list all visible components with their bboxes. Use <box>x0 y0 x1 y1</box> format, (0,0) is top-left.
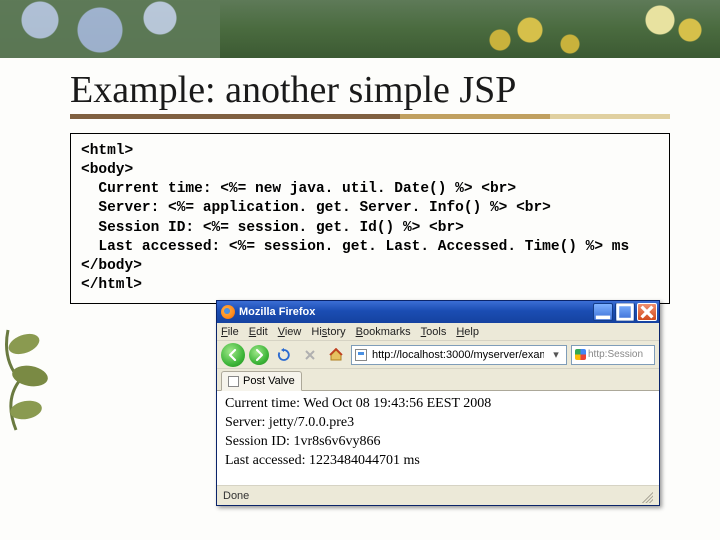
resize-grip-icon[interactable] <box>639 489 653 503</box>
rendered-line: Current time: Wed Oct 08 19:43:56 EEST 2… <box>225 395 651 414</box>
address-input[interactable] <box>370 348 546 362</box>
code-line: </body> <box>81 258 142 274</box>
address-dropdown-icon[interactable]: ▾ <box>549 348 563 361</box>
browser-viewport: Current time: Wed Oct 08 19:43:56 EEST 2… <box>217 391 659 485</box>
tab-label: Post Valve <box>243 375 295 387</box>
code-line: Server: <%= application. get. Server. In… <box>81 200 551 216</box>
menu-tools[interactable]: Tools <box>421 326 447 338</box>
menu-file[interactable]: File <box>221 326 239 338</box>
code-line: Current time: <%= new java. util. Date()… <box>81 181 516 197</box>
title-underline <box>70 114 670 119</box>
rendered-line: Session ID: 1vr8s6v6vy866 <box>225 433 651 452</box>
browser-titlebar[interactable]: Mozilla Firefox <box>217 301 659 323</box>
window-title: Mozilla Firefox <box>239 306 593 318</box>
stop-button[interactable] <box>299 344 321 366</box>
minimize-button[interactable] <box>593 303 613 321</box>
home-button[interactable] <box>325 344 347 366</box>
code-line: Session ID: <%= session. get. Id() %> <b… <box>81 220 464 236</box>
menu-bookmarks[interactable]: Bookmarks <box>356 326 411 338</box>
search-placeholder: http:Session <box>588 349 643 360</box>
menu-view[interactable]: View <box>278 326 302 338</box>
code-line: <body> <box>81 162 133 178</box>
browser-toolbar: ▾ http:Session <box>217 341 659 369</box>
status-text: Done <box>223 490 249 502</box>
maximize-button[interactable] <box>615 303 635 321</box>
reload-button[interactable] <box>273 344 295 366</box>
back-button[interactable] <box>221 343 245 367</box>
page-favicon-icon <box>355 349 367 361</box>
menu-history[interactable]: History <box>311 326 345 338</box>
code-line: </html> <box>81 277 142 293</box>
address-bar[interactable]: ▾ <box>351 345 567 365</box>
decorative-banner <box>0 0 720 58</box>
search-box[interactable]: http:Session <box>571 345 655 365</box>
slide-title: Example: another simple JSP <box>70 68 670 112</box>
browser-statusbar: Done <box>217 485 659 505</box>
browser-tabbar: Post Valve <box>217 369 659 391</box>
tab-favicon-icon <box>228 376 239 387</box>
firefox-icon <box>221 305 235 319</box>
code-line: <html> <box>81 143 133 159</box>
menu-edit[interactable]: Edit <box>249 326 268 338</box>
browser-tab[interactable]: Post Valve <box>221 371 302 391</box>
browser-window: Mozilla Firefox File Edit View History B… <box>216 300 660 506</box>
forward-button[interactable] <box>249 345 269 365</box>
menu-help[interactable]: Help <box>456 326 479 338</box>
rendered-line: Server: jetty/7.0.0.pre3 <box>225 414 651 433</box>
browser-menubar: File Edit View History Bookmarks Tools H… <box>217 323 659 341</box>
code-block: <html> <body> Current time: <%= new java… <box>70 133 670 304</box>
rendered-line: Last accessed: 1223484044701 ms <box>225 452 651 471</box>
search-engine-icon <box>575 349 586 360</box>
code-line: Last accessed: <%= session. get. Last. A… <box>81 239 629 255</box>
close-button[interactable] <box>637 303 657 321</box>
